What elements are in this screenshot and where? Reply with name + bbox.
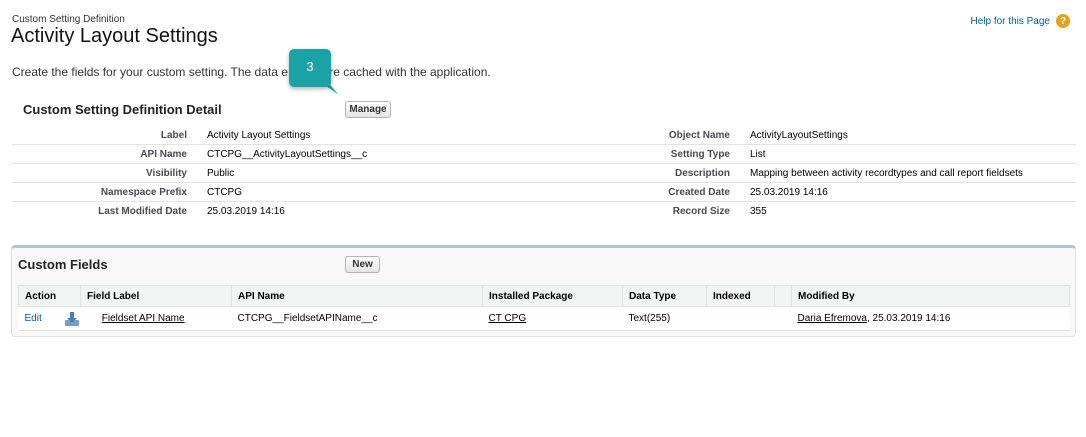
detail-value: 25.03.2019 14:16 — [750, 182, 1076, 202]
column-header-field-label[interactable]: Field Label — [80, 285, 232, 307]
detail-label: Namespace Prefix — [12, 182, 207, 202]
custom-fields-title: Custom Fields — [18, 257, 108, 272]
modified-by-user-link[interactable]: Daria Efremova — [798, 313, 867, 324]
detail-value: List — [750, 144, 1076, 164]
new-field-button[interactable]: New — [345, 256, 380, 273]
help-label[interactable]: Help for this Page — [971, 16, 1051, 27]
data-type-cell: Text(255) — [622, 306, 707, 331]
detail-row: API Name CTCPG__ActivityLayoutSettings__… — [12, 144, 1076, 164]
column-header-blank — [774, 285, 792, 307]
detail-value: CTCPG — [207, 182, 612, 202]
detail-label: Label — [12, 126, 207, 145]
detail-value: CTCPG__ActivityLayoutSettings__c — [207, 144, 612, 164]
detail-row: Last Modified Date 25.03.2019 14:16 Reco… — [12, 202, 1076, 221]
column-header-api-name[interactable]: API Name — [231, 285, 483, 307]
indexed-cell — [706, 306, 775, 331]
detail-value: Public — [207, 163, 612, 183]
question-icon[interactable]: ? — [1056, 14, 1070, 28]
field-label-link[interactable]: Fieldset API Name — [102, 313, 185, 324]
column-header-installed-package[interactable]: Installed Package — [482, 285, 623, 307]
detail-value: 355 — [750, 205, 767, 217]
modified-by-date: , 25.03.2019 14:16 — [866, 313, 951, 324]
step-tooltip: 3 — [289, 49, 331, 87]
detail-label: Last Modified Date — [98, 205, 187, 217]
detail-table: Label Activity Layout Settings Object Na… — [12, 126, 1076, 220]
detail-label: Object Name — [612, 126, 750, 145]
help-link[interactable]: Help for this Page ? — [971, 14, 1070, 28]
detail-section-title: Custom Setting Definition Detail — [23, 102, 222, 117]
column-header-indexed[interactable]: Indexed — [706, 285, 775, 307]
detail-row: Visibility Public Description Mapping be… — [12, 163, 1076, 183]
installed-package-cell: CT CPG — [482, 306, 623, 331]
breadcrumb: Custom Setting Definition — [12, 14, 125, 25]
detail-row: Namespace Prefix CTCPG Created Date 25.0… — [12, 182, 1076, 202]
detail-value: Mapping between activity recordtypes and… — [750, 163, 1076, 183]
detail-value: 25.03.2019 14:16 — [207, 205, 285, 217]
table-header-row: Action Field Label API Name Installed Pa… — [18, 285, 1070, 307]
manage-button[interactable]: Manage — [345, 101, 391, 118]
detail-label: Description — [612, 163, 750, 183]
detail-value: ActivityLayoutSettings — [750, 126, 1076, 145]
custom-fields-panel: Custom Fields New Action Field Label API… — [11, 245, 1076, 337]
column-header-action[interactable]: Action — [18, 285, 81, 307]
column-header-modified-by[interactable]: Modified By — [791, 285, 1070, 307]
column-header-data-type[interactable]: Data Type — [622, 285, 707, 307]
detail-label: Visibility — [12, 163, 207, 183]
download-icon[interactable] — [64, 311, 80, 327]
detail-label: Record Size — [672, 205, 730, 217]
detail-value: Activity Layout Settings — [207, 126, 612, 145]
detail-row: Label Activity Layout Settings Object Na… — [12, 126, 1076, 145]
detail-label: Setting Type — [612, 144, 750, 164]
intro-text: Create the fields for your custom settin… — [12, 65, 491, 79]
modified-by-cell: Daria Efremova, 25.03.2019 14:16 — [791, 306, 1070, 331]
api-name-cell: CTCPG__FieldsetAPIName__c — [231, 306, 483, 331]
edit-link[interactable]: Edit — [25, 313, 42, 324]
action-and-label-cell: Edit Fieldset API Name — [18, 306, 232, 331]
custom-fields-table: Action Field Label API Name Installed Pa… — [18, 285, 1070, 331]
table-row: Edit Fieldset API Name CTCPG__FieldsetAP… — [18, 306, 1070, 331]
installed-package-link[interactable]: CT CPG — [489, 313, 527, 324]
page-title: Activity Layout Settings — [11, 25, 218, 47]
blank-cell — [774, 306, 792, 331]
detail-label: API Name — [12, 144, 207, 164]
detail-label: Created Date — [612, 182, 750, 202]
